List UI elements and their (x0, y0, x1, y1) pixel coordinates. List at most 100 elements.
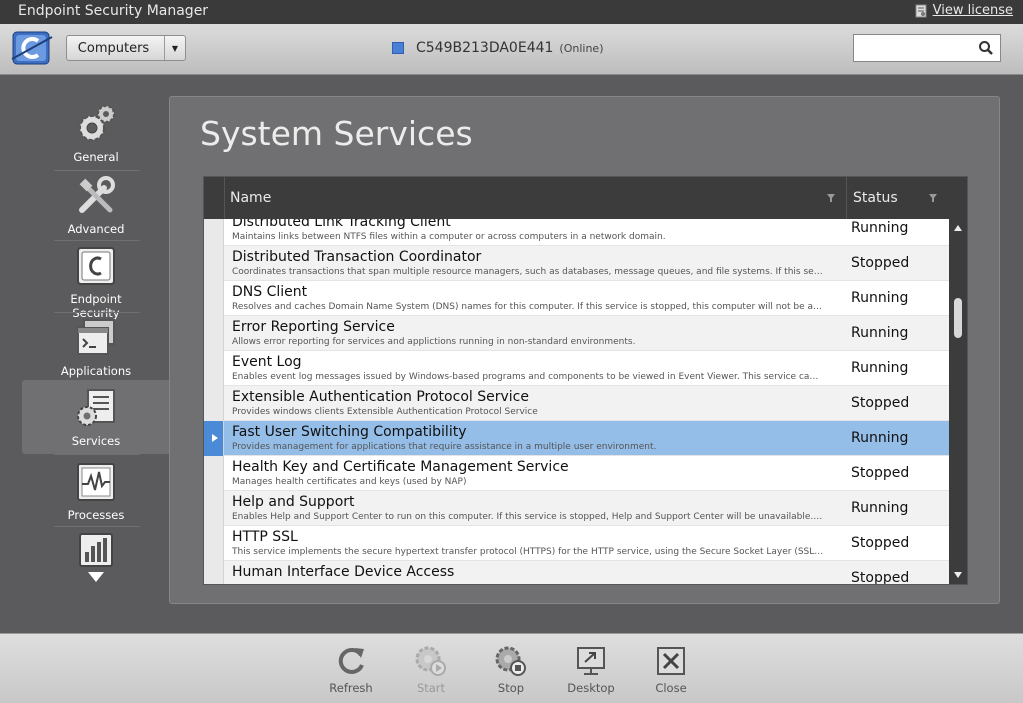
service-name: Error Reporting Service (232, 319, 395, 335)
sidebar-divider (54, 454, 140, 455)
service-name: Event Log (232, 354, 302, 370)
row-indicator[interactable] (204, 219, 224, 246)
service-name: Distributed Link Tracking Client (232, 219, 451, 230)
close-icon (657, 647, 685, 675)
refresh-icon (338, 647, 364, 674)
column-header-status[interactable]: Status (853, 190, 898, 206)
start-button[interactable]: Start (399, 643, 463, 695)
sidebar-item-endpoint-security[interactable]: Endpoint Security (48, 244, 144, 320)
desktop-label: Desktop (567, 681, 615, 695)
search-icon[interactable] (978, 40, 994, 56)
view-license-link[interactable]: View license (915, 3, 1013, 18)
sidebar-divider (54, 240, 140, 241)
gears-icon (79, 105, 115, 141)
service-description: Manages health certificates and keys (us… (232, 477, 467, 487)
service-name: Health Key and Certificate Management Se… (232, 459, 569, 475)
row-indicator[interactable] (204, 351, 224, 386)
service-status: Stopped (851, 395, 910, 411)
device-name: C549B213DA0E441 (416, 40, 554, 56)
filter-icon[interactable] (928, 193, 938, 203)
row-indicator[interactable] (204, 491, 224, 526)
service-description: Enables event log messages issued by Win… (232, 372, 824, 382)
stop-button[interactable]: Stop (479, 643, 543, 695)
view-license-label[interactable]: View license (933, 3, 1013, 18)
app-title: Endpoint Security Manager (18, 3, 209, 19)
sidebar: General Advanced Endpoint Security Appli… (22, 96, 170, 616)
bottom-action-bar: Refresh Start Stop Desktop Close (0, 633, 1023, 703)
search-box[interactable] (853, 34, 1001, 62)
stop-label: Stop (497, 681, 525, 695)
table-row[interactable]: Distributed Link Tracking Client Maintain… (204, 219, 949, 246)
row-indicator[interactable] (204, 526, 224, 561)
column-divider (224, 177, 225, 219)
scope-dropdown[interactable]: Computers ▼ (66, 35, 186, 61)
service-name: Human Interface Device Access (232, 564, 455, 580)
service-status: Stopped (851, 570, 910, 584)
sidebar-item-performance[interactable] (48, 532, 144, 572)
table-row[interactable]: Event Log Enables event log messages issu… (204, 351, 949, 386)
table-row-selected[interactable]: Fast User Switching Compatibility Provide… (204, 421, 949, 456)
device-status: (Online) (559, 41, 604, 55)
start-icon (415, 646, 446, 676)
scroll-down-icon[interactable] (954, 572, 962, 578)
table-row[interactable]: Human Interface Device Access Stopped (204, 561, 949, 584)
service-name: Fast User Switching Compatibility (232, 424, 467, 440)
row-indicator[interactable] (204, 281, 224, 316)
sidebar-divider (54, 170, 140, 171)
scrollbar-thumb[interactable] (954, 298, 962, 338)
service-description: Resolves and caches Domain Name System (… (232, 302, 824, 312)
table-row[interactable]: Distributed Transaction Coordinator Coord… (204, 246, 949, 281)
service-status: Stopped (851, 255, 910, 271)
table-header: Name Status (204, 177, 967, 219)
service-status: Stopped (851, 465, 910, 481)
vertical-scrollbar[interactable] (949, 219, 967, 584)
chevron-down-icon[interactable]: ▼ (164, 36, 185, 60)
service-description: Enables Help and Support Center to run o… (232, 512, 824, 522)
desktop-button[interactable]: Desktop (559, 643, 623, 695)
close-button[interactable]: Close (639, 643, 703, 695)
service-name: DNS Client (232, 284, 308, 300)
processes-icon (77, 463, 115, 501)
table-row[interactable]: DNS Client Resolves and caches Domain Nam… (204, 281, 949, 316)
sidebar-scroll-down-icon[interactable] (88, 572, 104, 584)
service-name: Distributed Transaction Coordinator (232, 249, 482, 265)
sidebar-item-general[interactable]: General (48, 102, 144, 164)
refresh-label: Refresh (329, 681, 373, 695)
column-divider (846, 177, 847, 219)
table-row[interactable]: Error Reporting Service Allows error repo… (204, 316, 949, 351)
services-table: Name Status Distributed Link Tracking Cl… (203, 176, 968, 585)
sidebar-item-applications[interactable]: Applications (48, 316, 144, 378)
sidebar-item-label: Processes (67, 508, 125, 522)
row-indicator[interactable] (204, 386, 224, 421)
row-indicator[interactable] (204, 316, 224, 351)
row-indicator[interactable] (204, 246, 224, 281)
service-name: HTTP SSL (232, 529, 298, 545)
sidebar-item-services[interactable]: Services (48, 386, 144, 448)
applications-icon (77, 319, 115, 355)
service-status: Running (851, 360, 909, 376)
filter-icon[interactable] (826, 193, 836, 203)
service-description: Maintains links between NTFS files withi… (232, 232, 666, 242)
scroll-up-icon[interactable] (954, 225, 962, 231)
column-header-name[interactable]: Name (230, 190, 271, 206)
row-indicator[interactable] (204, 456, 224, 491)
table-row[interactable]: Health Key and Certificate Management Se… (204, 456, 949, 491)
table-row[interactable]: Help and Support Enables Help and Support… (204, 491, 949, 526)
title-bar: Endpoint Security Manager View license (0, 0, 1023, 24)
service-status: Stopped (851, 535, 910, 551)
service-description: Coordinates transactions that span multi… (232, 267, 824, 277)
remote-desktop-icon (577, 647, 605, 675)
row-indicator[interactable] (204, 561, 224, 584)
sidebar-item-advanced[interactable]: Advanced (48, 174, 144, 236)
app-logo-icon (11, 31, 53, 65)
sidebar-item-processes[interactable]: Processes (48, 460, 144, 522)
service-status: Running (851, 220, 909, 236)
refresh-button[interactable]: Refresh (319, 643, 383, 695)
service-status: Running (851, 290, 909, 306)
table-rows: Distributed Link Tracking Client Maintain… (204, 219, 949, 584)
row-indicator[interactable] (204, 421, 224, 456)
sidebar-item-label: General (73, 150, 119, 164)
table-row[interactable]: HTTP SSL This service implements the secu… (204, 526, 949, 561)
sidebar-divider (54, 312, 140, 313)
table-row[interactable]: Extensible Authentication Protocol Servi… (204, 386, 949, 421)
